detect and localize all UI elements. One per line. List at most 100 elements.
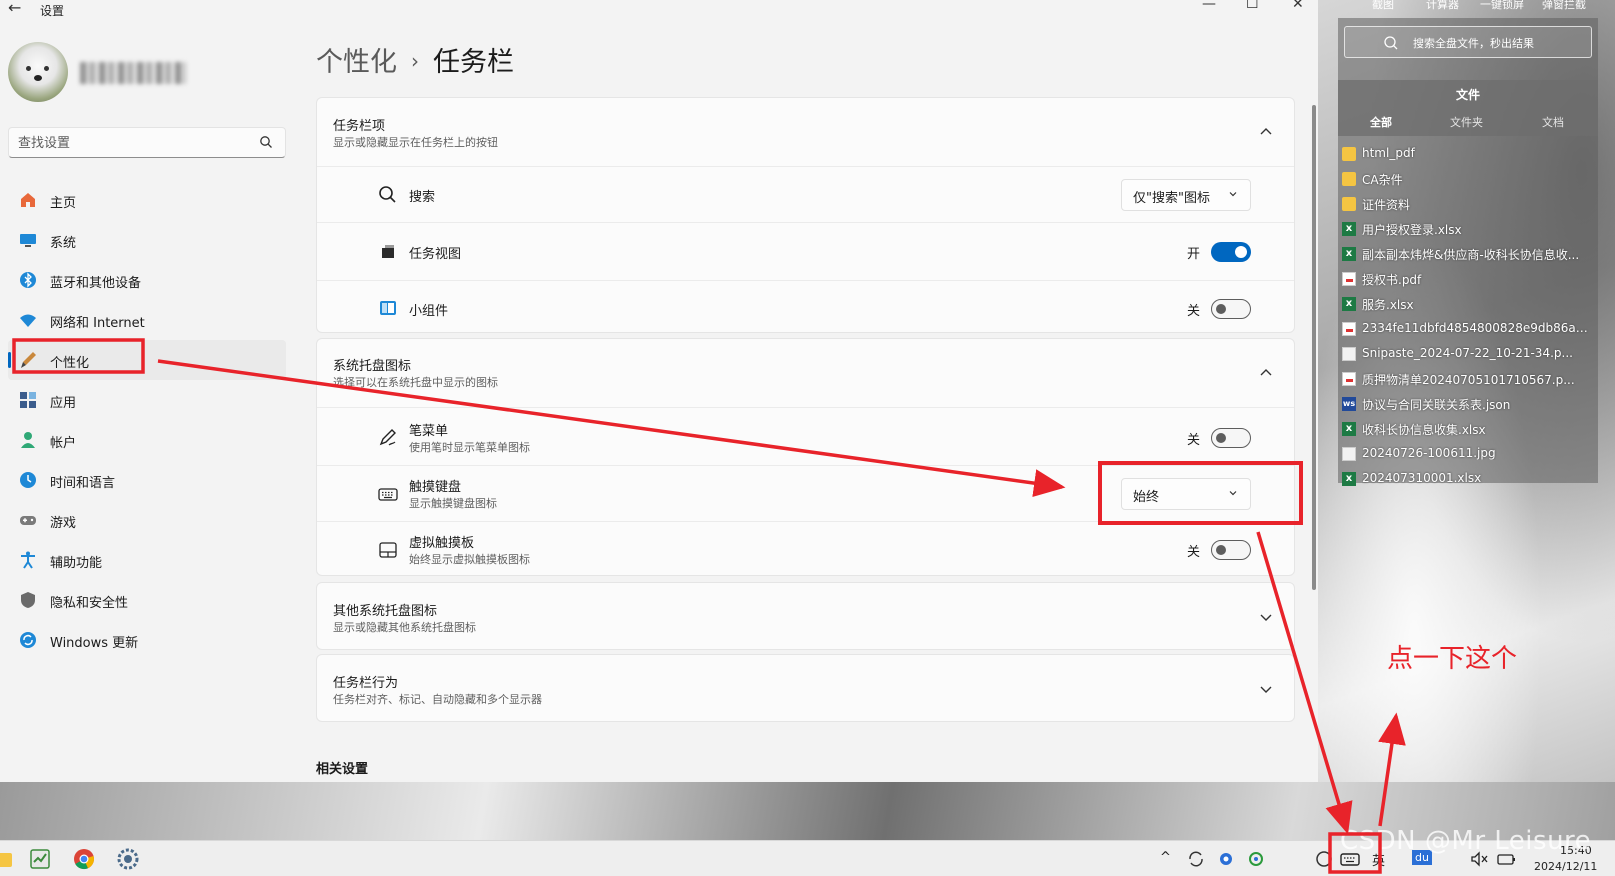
file-list-item[interactable]: Snipaste_2024-07-22_10-21-34.p... <box>1342 342 1596 367</box>
pdf-file-icon <box>1342 372 1356 386</box>
file-list-item[interactable]: 质押物清单20240705101710567.p... <box>1342 367 1596 392</box>
bluetooth-icon <box>18 270 38 290</box>
screenshot-link[interactable]: 截图 <box>1372 0 1394 12</box>
row-label: 搜索 <box>409 190 436 205</box>
file-name: 服务.xlsx <box>1362 298 1414 312</box>
chevron-down-icon <box>1229 491 1237 496</box>
minimize-button[interactable]: — <box>1202 0 1216 12</box>
toggle-state-label: 开 <box>1187 247 1201 262</box>
task-view-toggle[interactable] <box>1211 242 1251 262</box>
widgets-toggle[interactable] <box>1211 299 1251 319</box>
file-list-item[interactable]: 授权书.pdf <box>1342 267 1596 292</box>
search-icon[interactable] <box>259 135 273 149</box>
virtual-touchpad-toggle[interactable] <box>1211 540 1251 560</box>
file-name: 证件资料 <box>1362 198 1411 212</box>
dropdown-value: 始终 <box>1133 490 1160 505</box>
back-arrow-icon[interactable]: ← <box>8 0 21 17</box>
chrome-icon[interactable] <box>72 847 96 871</box>
search-mode-dropdown[interactable]: 仅"搜索"图标 <box>1121 179 1251 211</box>
app-tray-icon[interactable] <box>1214 847 1238 871</box>
window-title: 设置 <box>40 4 65 18</box>
task-view-icon <box>382 245 394 258</box>
file-list-item[interactable]: ws 协议与合同关联关系表.json <box>1342 392 1596 417</box>
chevron-down-icon[interactable] <box>1258 609 1274 625</box>
card-system-tray-header[interactable]: 系统托盘图标 选择可以在系统托盘中显示的图标 <box>317 339 1294 407</box>
lock-screen-link[interactable]: 一键锁屏 <box>1480 0 1524 12</box>
sidebar-item[interactable]: 游戏 <box>8 500 286 540</box>
touch-keyboard-dropdown[interactable]: 始终 <box>1121 478 1251 510</box>
sidebar-item[interactable]: 蓝牙和其他设备 <box>8 260 286 300</box>
monitor-icon <box>18 230 38 250</box>
app-tray-icon[interactable] <box>1312 847 1336 871</box>
card-title: 系统托盘图标 <box>333 359 412 374</box>
sidebar-item-label: 帐户 <box>50 436 77 451</box>
row-label: 笔菜单 <box>409 424 449 439</box>
file-list-item[interactable]: 2334fe11dbfd4854800828e9db86a6... <box>1342 317 1596 342</box>
file-list-item[interactable]: x 用户授权登录.xlsx <box>1342 217 1596 242</box>
sidebar-item[interactable]: 网络和 Internet <box>8 300 286 340</box>
file-list-item[interactable]: 20240726-100611.jpg <box>1342 442 1596 467</box>
file-list-item[interactable]: x 收科长协信息收集.xlsx <box>1342 417 1596 442</box>
sync-icon[interactable] <box>1184 847 1208 871</box>
toggle-state-label: 关 <box>1187 304 1201 319</box>
tab-documents[interactable]: 文档 <box>1542 114 1564 130</box>
notes-app-icon[interactable] <box>28 847 52 871</box>
sidebar-item-label: 游戏 <box>50 516 77 531</box>
settings-search-box[interactable] <box>8 127 286 158</box>
card-system-tray-icons: 系统托盘图标 选择可以在系统托盘中显示的图标 笔菜单 使用笔时显示笔菜单图标 关… <box>316 338 1295 576</box>
chevron-down-icon <box>1229 192 1237 197</box>
card-other-tray-icons[interactable]: 其他系统托盘图标 显示或隐藏其他系统托盘图标 <box>316 582 1295 650</box>
file-list-item[interactable]: CA杂件 <box>1342 167 1596 192</box>
settings-gear-icon[interactable] <box>116 847 140 871</box>
row-label: 任务视图 <box>409 247 462 262</box>
sidebar-item-label: 应用 <box>50 396 77 411</box>
panel-toolbar: 截图 计算器 一键锁屏 弹窗拦截 <box>1338 0 1598 14</box>
file-list-item[interactable]: x 202407310001.xlsx <box>1342 467 1596 492</box>
card-title: 其他系统托盘图标 <box>333 604 438 619</box>
related-settings-heading: 相关设置 <box>316 762 369 777</box>
chevron-up-icon[interactable] <box>1258 124 1274 140</box>
maximize-button[interactable]: ☐ <box>1246 0 1259 12</box>
close-button[interactable]: ✕ <box>1292 0 1304 12</box>
avatar[interactable] <box>8 42 68 102</box>
touchpad-icon <box>379 542 397 558</box>
clock-date[interactable]: 2024/12/11 <box>1534 860 1597 873</box>
search-input[interactable] <box>18 133 248 153</box>
popup-block-link[interactable]: 弹窗拦截 <box>1542 0 1586 12</box>
chevron-up-icon[interactable] <box>1258 365 1274 381</box>
file-explorer-icon[interactable] <box>0 847 16 871</box>
file-list: html_pdf CA杂件证件资料 x 用户授权登录.xlsx x 副本副本炜烨&供应商-… <box>1342 142 1596 492</box>
sidebar-item[interactable]: 应用 <box>8 380 286 420</box>
sidebar-item[interactable]: 时间和语言 <box>8 460 286 500</box>
pen-menu-toggle[interactable] <box>1211 428 1251 448</box>
file-list-item[interactable]: x 服务.xlsx <box>1342 292 1596 317</box>
json-file-icon: ws <box>1342 397 1356 411</box>
card-taskbar-behavior[interactable]: 任务栏行为 任务栏对齐、标记、自动隐藏和多个显示器 <box>316 654 1295 722</box>
row-task-view: 任务视图 开 <box>317 222 1294 280</box>
card-taskbar-items-header[interactable]: 任务栏项 显示或隐藏显示在任务栏上的按钮 <box>317 98 1294 166</box>
sidebar-item[interactable]: 主页 <box>8 180 286 220</box>
sidebar-item[interactable]: 系统 <box>8 220 286 260</box>
chevron-up-icon[interactable]: ^ <box>1160 850 1171 865</box>
file-search-box[interactable]: 搜索全盘文件，秒出结果 <box>1344 26 1592 58</box>
file-list-item[interactable]: x 副本副本炜烨&供应商-收科长协信息收... <box>1342 242 1596 267</box>
chevron-down-icon[interactable] <box>1258 681 1274 697</box>
file-name: html_pdf <box>1362 146 1415 160</box>
sidebar-item[interactable]: 隐私和安全性 <box>8 580 286 620</box>
row-description: 使用笔时显示笔菜单图标 <box>409 441 530 454</box>
tab-all[interactable]: 全部 <box>1370 114 1392 130</box>
file-search-placeholder: 搜索全盘文件，秒出结果 <box>1413 37 1534 50</box>
sidebar-item[interactable]: 帐户 <box>8 420 286 460</box>
file-list-item[interactable]: html_pdf <box>1342 142 1596 167</box>
sidebar-item[interactable]: 个性化 <box>8 340 286 380</box>
sidebar-item[interactable]: Windows 更新 <box>8 620 286 660</box>
network-app-icon[interactable] <box>1244 847 1268 871</box>
calculator-link[interactable]: 计算器 <box>1426 0 1459 12</box>
tab-folders[interactable]: 文件夹 <box>1450 114 1483 130</box>
sidebar-item[interactable]: 辅助功能 <box>8 540 286 580</box>
scrollbar[interactable] <box>1312 105 1316 590</box>
file-list-item[interactable]: 证件资料 <box>1342 192 1596 217</box>
row-description: 始终显示虚拟触摸板图标 <box>409 553 530 566</box>
file-name: 20240726-100611.jpg <box>1362 446 1496 460</box>
breadcrumb-parent[interactable]: 个性化 <box>316 47 397 78</box>
